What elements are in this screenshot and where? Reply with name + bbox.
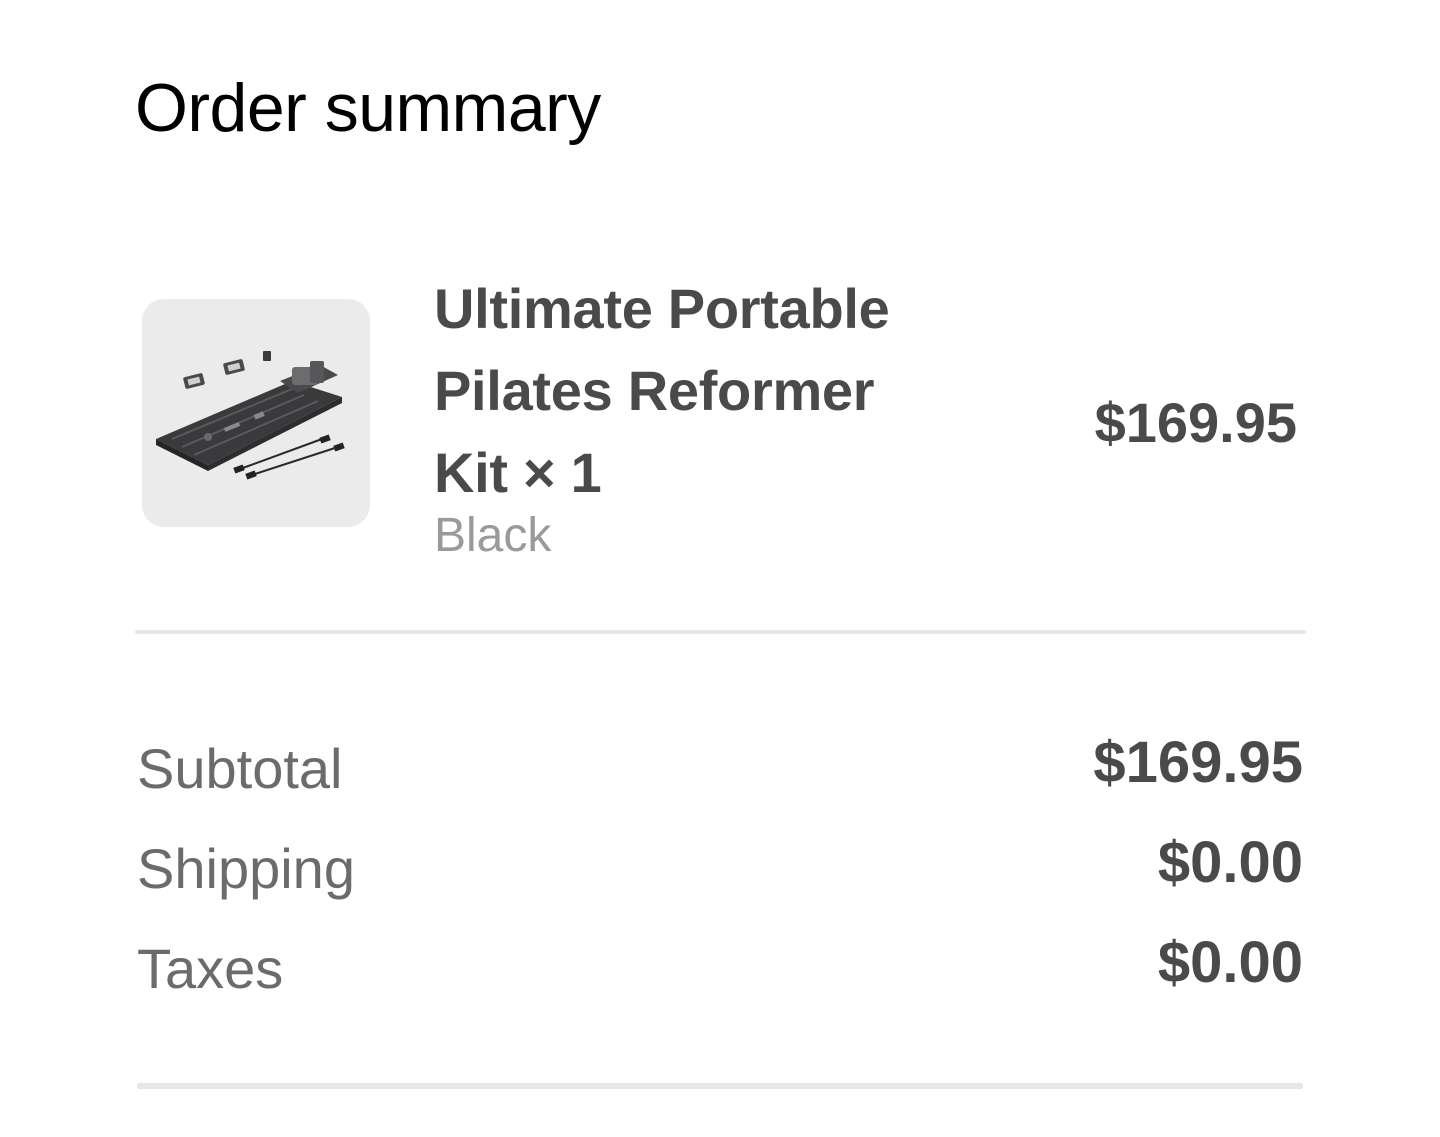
product-name: Ultimate Portable Pilates Reformer Kit ×… <box>434 277 890 504</box>
shipping-row: Shipping $0.00 <box>137 830 1303 934</box>
product-thumbnail <box>142 299 370 527</box>
taxes-label: Taxes <box>137 937 284 1000</box>
subtotal-label: Subtotal <box>137 737 343 800</box>
page-title: Order summary <box>135 70 601 146</box>
shipping-value: $0.00 <box>1157 830 1303 895</box>
subtotal-row: Subtotal $169.95 <box>137 730 1303 834</box>
line-item: Ultimate Portable Pilates Reformer Kit ×… <box>135 270 1305 570</box>
divider <box>137 1083 1303 1089</box>
totals-section: Subtotal $169.95 Shipping $0.00 Taxes $0… <box>137 730 1303 1034</box>
product-variant: Black <box>434 509 552 562</box>
taxes-row: Taxes $0.00 <box>137 930 1303 1034</box>
taxes-value: $0.00 <box>1157 930 1303 995</box>
product-price: $169.95 <box>1094 391 1297 454</box>
shipping-label: Shipping <box>137 837 355 900</box>
divider <box>135 630 1306 634</box>
subtotal-value: $169.95 <box>1093 730 1303 795</box>
pilates-reformer-kit-image <box>142 299 370 527</box>
